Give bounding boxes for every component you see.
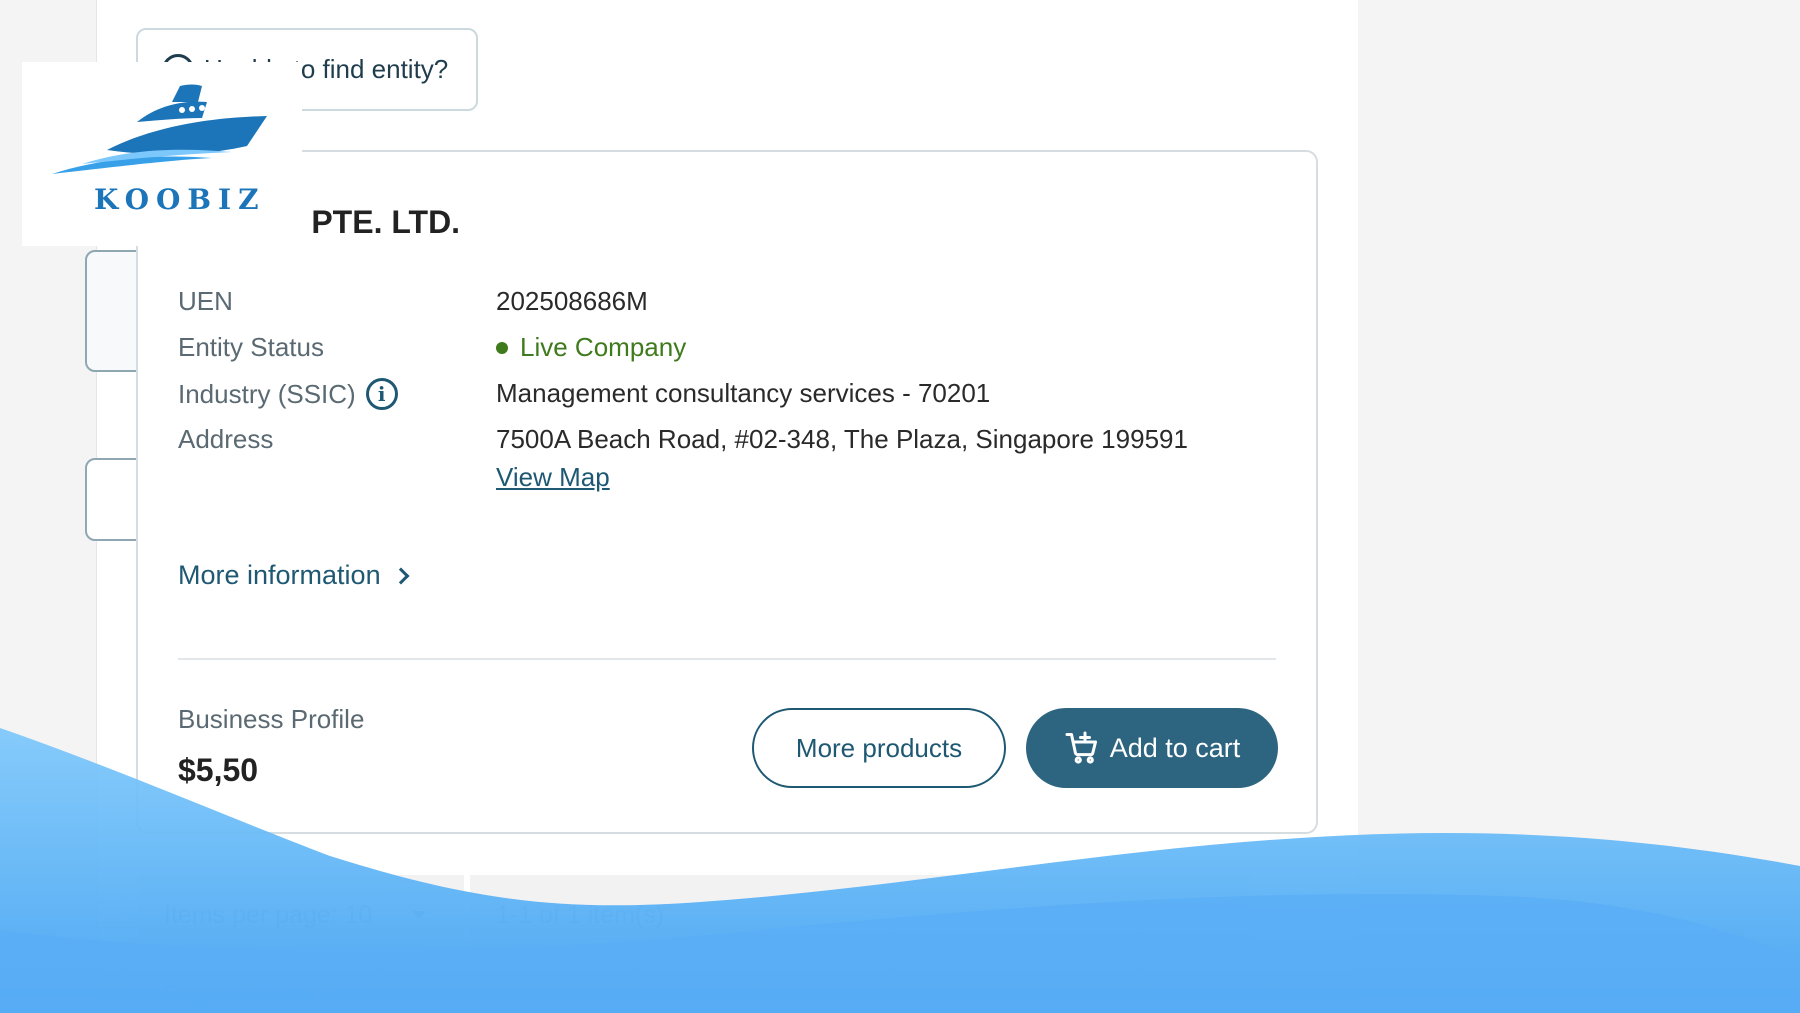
page-select[interactable]: Page 1 of 1 bbox=[138, 965, 358, 1013]
cart-plus-icon bbox=[1065, 731, 1097, 764]
koobiz-logo: KOOBIZ bbox=[22, 62, 302, 246]
logo-text: KOOBIZ bbox=[94, 183, 266, 216]
pagination-range: 1-1 of 1 item(s) bbox=[470, 875, 1250, 955]
more-information-link[interactable]: More information bbox=[178, 560, 410, 591]
uen-value: 202508686M bbox=[496, 286, 648, 316]
industry-label: Industry (SSIC) bbox=[178, 378, 356, 409]
view-map-link[interactable]: View Map bbox=[496, 462, 610, 493]
entity-status-row: Entity Status Live Company bbox=[178, 332, 1278, 372]
product-price: $5,50 bbox=[178, 752, 259, 788]
ship-logo-icon bbox=[52, 84, 267, 174]
add-to-cart-button[interactable]: Add to cart bbox=[1026, 708, 1278, 788]
product-label: Business Profile bbox=[178, 704, 365, 734]
add-to-cart-label: Add to cart bbox=[1109, 732, 1241, 763]
entity-status-text: Live Company bbox=[520, 332, 687, 362]
industry-label-wrap: Industry (SSIC) i bbox=[178, 378, 398, 410]
page-label: Page 1 of 1 bbox=[164, 980, 292, 1009]
entity-card: KOOBIZ PTE. LTD. UEN 202508686M Entity S… bbox=[136, 150, 1318, 834]
industry-row: Industry (SSIC) i Management consultancy… bbox=[178, 378, 1278, 418]
items-per-page-select[interactable]: Items per page: 10 bbox=[138, 875, 464, 955]
caret-down-icon bbox=[412, 911, 427, 919]
items-per-page-label: Items per page: 10 bbox=[164, 900, 373, 929]
more-products-button[interactable]: More products bbox=[752, 708, 1006, 788]
entity-status-label: Entity Status bbox=[178, 332, 324, 362]
entity-status-value: Live Company bbox=[496, 332, 686, 363]
address-row: Address 7500A Beach Road, #02-348, The P… bbox=[178, 424, 1278, 464]
address-label: Address bbox=[178, 424, 274, 454]
uen-row: UEN 202508686M bbox=[178, 286, 1278, 326]
pagination-range-label: 1-1 of 1 item(s) bbox=[496, 900, 665, 929]
caret-down-icon bbox=[309, 991, 324, 999]
info-icon[interactable]: i bbox=[365, 378, 398, 410]
divider bbox=[178, 658, 1276, 660]
more-information-label: More information bbox=[178, 560, 381, 590]
uen-label: UEN bbox=[178, 286, 233, 316]
industry-value: Management consultancy services - 70201 bbox=[496, 378, 991, 408]
chevron-right-icon bbox=[392, 567, 410, 584]
address-value: 7500A Beach Road, #02-348, The Plaza, Si… bbox=[496, 424, 1188, 454]
status-dot-icon bbox=[496, 341, 508, 354]
